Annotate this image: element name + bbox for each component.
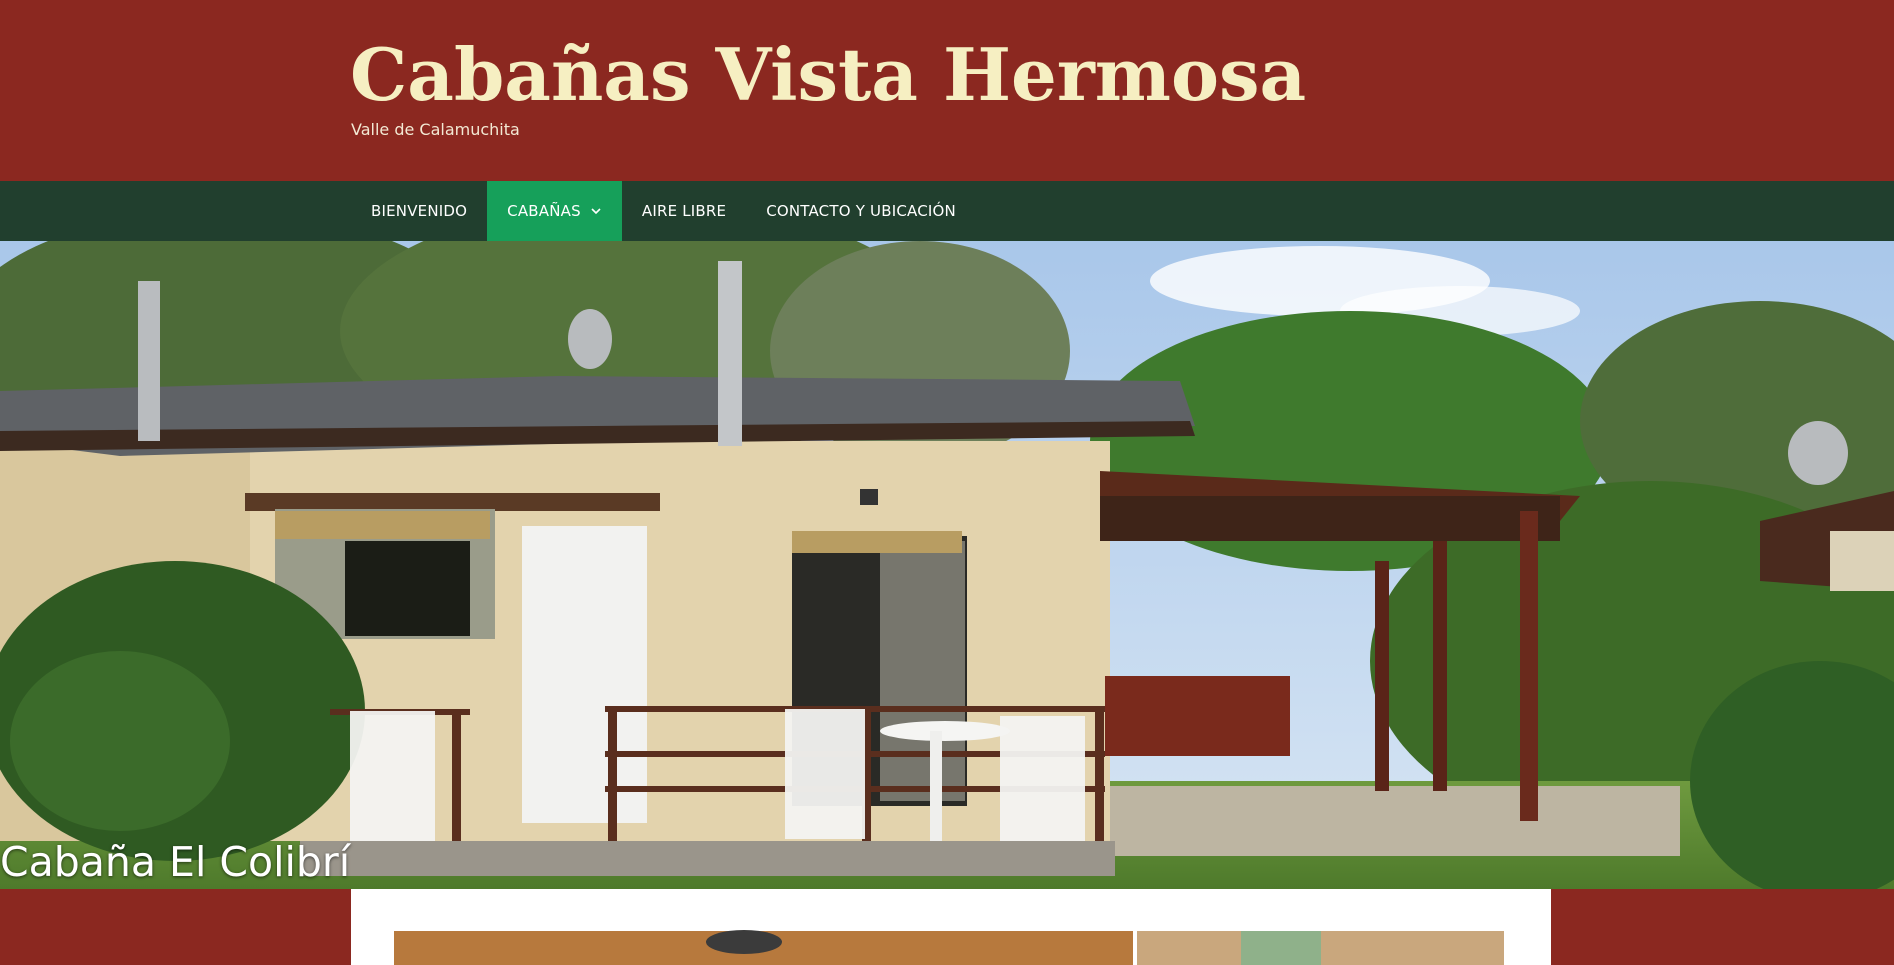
nav-item-cabanas[interactable]: CABAÑAS <box>487 181 622 241</box>
nav-item-label: CABAÑAS <box>507 202 581 220</box>
hero-image <box>0 241 1894 889</box>
nav-item-bienvenido[interactable]: BIENVENIDO <box>351 181 487 241</box>
site-title[interactable]: Cabañas Vista Hermosa <box>350 30 1306 120</box>
content-area <box>351 889 1551 965</box>
chevron-down-icon <box>591 208 601 215</box>
nav-item-label: CONTACTO Y UBICACIÓN <box>766 202 956 220</box>
nav-item-label: AIRE LIBRE <box>641 202 727 220</box>
site-header: Cabañas Vista Hermosa Valle de Calamuchi… <box>0 0 1894 181</box>
nav-item-label: BIENVENIDO <box>371 202 468 220</box>
main-navigation: BIENVENIDO CABAÑAS AIRE LIBRE CONTACTO Y… <box>0 181 1894 241</box>
nav-item-aire-libre[interactable]: AIRE LIBRE <box>622 181 746 241</box>
site-tagline: Valle de Calamuchita <box>351 120 520 139</box>
hero-slider[interactable] <box>0 241 1894 889</box>
nav-menu: BIENVENIDO CABAÑAS AIRE LIBRE CONTACTO Y… <box>351 181 976 241</box>
nav-item-contacto[interactable]: CONTACTO Y UBICACIÓN <box>746 181 976 241</box>
cabin-photo-gallery[interactable] <box>351 889 1551 965</box>
hero-caption: Cabaña El Colibrí <box>0 838 351 886</box>
